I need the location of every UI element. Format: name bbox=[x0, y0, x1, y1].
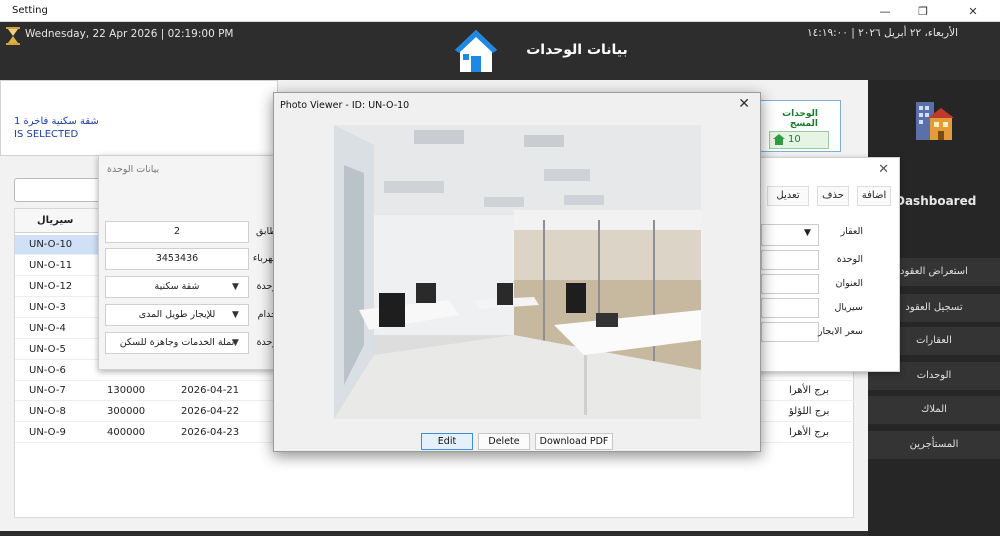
unit-details-dialog: بيانات الوحدة 2 طابق 3453436 كهرباء شقة … bbox=[98, 155, 277, 370]
status-value: تملة الخدمات وجاهزة للسكن bbox=[119, 337, 235, 348]
datetime-english: Wednesday, 22 Apr 2026 | 02:19:00 PM bbox=[25, 28, 234, 40]
search-input[interactable] bbox=[14, 178, 104, 202]
cell-property: برج الأهرا bbox=[789, 385, 829, 396]
photo-viewer-dialog: Photo Viewer - ID: UN-O-10 ✕ Edit Delete… bbox=[273, 92, 761, 452]
usage-value: للإيجار طويل المدى bbox=[138, 309, 216, 320]
cell-serial: UN-O-12 bbox=[29, 281, 73, 292]
cell-date: 2026-04-21 bbox=[181, 385, 240, 396]
cell-price: 300000 bbox=[107, 406, 146, 417]
selected-status: IS SELECTED bbox=[14, 129, 79, 140]
cell-property: برج اللؤلؤ bbox=[789, 406, 830, 417]
electricity-input[interactable]: 3453436 bbox=[105, 248, 249, 270]
unit-type-value: شقة سكنية bbox=[154, 281, 200, 292]
close-icon[interactable]: ✕ bbox=[738, 96, 750, 112]
rent-price-input[interactable] bbox=[761, 322, 819, 342]
column-header-serial[interactable]: سيريال bbox=[37, 209, 73, 233]
bottom-strip bbox=[0, 531, 868, 536]
cell-date: 2026-04-22 bbox=[181, 406, 240, 417]
cell-serial: UN-O-9 bbox=[29, 427, 66, 438]
address-label: العنوان bbox=[835, 278, 863, 289]
unit-form-dialog: ✕ اضافة حذف تعديل ▼ العقار الوحدة العنوا… bbox=[754, 157, 900, 372]
close-icon[interactable]: ✕ bbox=[878, 162, 889, 177]
sidebar-item-tenants[interactable]: المستأجرين bbox=[868, 431, 1000, 459]
building-icon bbox=[916, 102, 954, 140]
rent-price-label: سعر الايجار bbox=[817, 326, 863, 337]
photo-viewer-title: Photo Viewer - ID: UN-O-10 bbox=[280, 100, 410, 111]
cell-price: 400000 bbox=[107, 427, 146, 438]
sidebar-item-owners[interactable]: الملاك bbox=[868, 396, 1000, 424]
units-count-title: الوحدات المسج bbox=[782, 109, 818, 129]
cell-property: برج الأهرا bbox=[789, 427, 829, 438]
cell-date: 2026-04-23 bbox=[181, 427, 240, 438]
selection-info-box: شقة سكنية فاخرة 1 IS SELECTED bbox=[0, 80, 278, 156]
chevron-down-icon: ▼ bbox=[804, 228, 811, 238]
selected-unit-name: شقة سكنية فاخرة 1 bbox=[14, 116, 99, 127]
cell-serial: UN-O-11 bbox=[29, 260, 73, 271]
delete-button[interactable]: حذف bbox=[817, 186, 849, 206]
window-title-bar: Setting — ❐ ✕ bbox=[0, 0, 1000, 22]
units-count-card: الوحدات المسج 10 bbox=[760, 100, 841, 152]
window-title: Setting bbox=[12, 5, 48, 16]
property-label: العقار bbox=[840, 226, 863, 237]
unit-label: الوحدة bbox=[836, 254, 863, 265]
home-icon[interactable] bbox=[451, 26, 501, 76]
dashboard-label[interactable]: Dashboared bbox=[895, 194, 976, 208]
page-title: بيانات الوحدات bbox=[526, 42, 628, 58]
cell-serial: UN-O-4 bbox=[29, 323, 66, 334]
home-small-icon bbox=[773, 134, 785, 145]
edit-button[interactable]: Edit bbox=[421, 433, 473, 450]
chevron-down-icon: ▼ bbox=[232, 282, 239, 292]
cell-serial: UN-O-6 bbox=[29, 365, 66, 376]
cell-serial: UN-O-3 bbox=[29, 302, 66, 313]
serial-input[interactable] bbox=[761, 298, 819, 318]
hourglass-icon bbox=[6, 27, 20, 45]
header-bar: Wednesday, 22 Apr 2026 | 02:19:00 PM الأ… bbox=[0, 22, 1000, 80]
serial-label: سيريال bbox=[834, 302, 863, 313]
address-input[interactable] bbox=[761, 274, 819, 294]
chevron-down-icon: ▼ bbox=[232, 310, 239, 320]
unit-input[interactable] bbox=[761, 250, 819, 270]
cell-serial: UN-O-10 bbox=[29, 239, 73, 250]
dialog-title: بيانات الوحدة bbox=[107, 164, 160, 175]
maximize-icon[interactable]: ❐ bbox=[900, 0, 946, 22]
cell-serial: UN-O-8 bbox=[29, 406, 66, 417]
property-select[interactable]: ▼ bbox=[761, 224, 819, 246]
unit-photo bbox=[334, 125, 701, 419]
close-icon[interactable]: ✕ bbox=[950, 0, 996, 22]
cell-serial: UN-O-7 bbox=[29, 385, 66, 396]
datetime-arabic: الأربعاء، ٢٢ أبريل ٢٠٢٦ | ١٤:١٩:٠٠ bbox=[807, 27, 958, 39]
usage-select[interactable]: للإيجار طويل المدى ▼ bbox=[105, 304, 249, 326]
edit-button[interactable]: تعديل bbox=[767, 186, 809, 206]
download-pdf-button[interactable]: Download PDF bbox=[535, 433, 613, 450]
chevron-down-icon: ▼ bbox=[232, 338, 239, 348]
status-select[interactable]: تملة الخدمات وجاهزة للسكن ▼ bbox=[105, 332, 249, 354]
floors-input[interactable]: 2 bbox=[105, 221, 249, 243]
unit-type-select[interactable]: شقة سكنية ▼ bbox=[105, 276, 249, 298]
cell-serial: UN-O-5 bbox=[29, 344, 66, 355]
add-button[interactable]: اضافة bbox=[857, 186, 891, 206]
cell-price: 130000 bbox=[107, 385, 146, 396]
delete-button[interactable]: Delete bbox=[478, 433, 530, 450]
